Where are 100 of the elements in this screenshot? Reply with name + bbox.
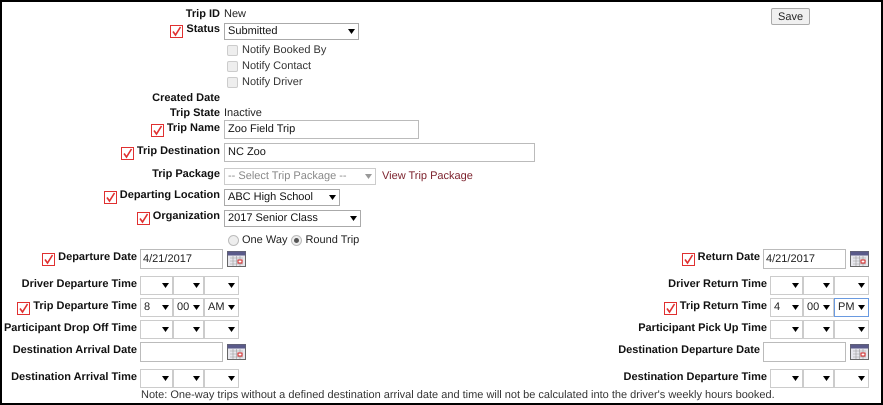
field-label: Organization [152,209,220,224]
time-select[interactable] [803,320,834,339]
time-select[interactable]: AM [204,298,239,317]
field-label: Trip Name [166,121,220,136]
note-text: Note: One-way trips without a defined destination arrival date and time will not be calculated into the driver's weekly hours booked. [141,389,775,401]
caret-icon [228,283,235,288]
time-select[interactable]: 4 [770,298,803,317]
time-select[interactable]: 00 [803,298,834,317]
time-select[interactable] [173,369,204,388]
required-check-icon [664,302,677,315]
field-label: Destination Departure Date [618,343,760,358]
date-field[interactable]: 4/21/2017 [763,249,846,269]
caret-icon [823,305,830,310]
radio-label: Round Trip [305,232,360,248]
calendar-icon[interactable] [850,344,869,360]
caret-icon [792,305,799,310]
radio-button[interactable] [228,234,239,246]
field-value: New [224,8,246,20]
time-select[interactable] [834,320,869,339]
caret-icon [858,376,865,381]
time-select[interactable] [204,369,239,388]
caret-icon [329,195,336,200]
caret-icon [350,216,357,221]
time-select[interactable] [173,276,204,295]
field-label: Created Date [152,91,220,106]
field-label: Status [186,22,220,37]
caret-icon [348,29,355,34]
field-label: Destination Arrival Time [11,370,137,385]
caret-icon [162,327,169,332]
time-select[interactable] [803,276,834,295]
dropdown[interactable]: Submitted [224,23,359,40]
checkbox-label: Notify Booked By [242,42,326,58]
required-check-icon [17,302,30,315]
field-label: Trip Package [152,167,220,182]
field-label: Destination Departure Time [624,370,767,385]
time-select[interactable] [770,276,803,295]
field-label: Departure Date [58,250,137,265]
caret-icon [858,283,865,288]
date-field[interactable] [140,342,223,362]
time-select[interactable] [140,276,173,295]
required-check-icon [104,191,117,204]
time-select[interactable]: 8 [140,298,173,317]
caret-icon [162,305,169,310]
date-field[interactable]: 4/21/2017 [140,249,223,269]
caret-icon [193,283,200,288]
field-value: Inactive [224,107,262,119]
caret-icon [193,327,200,332]
required-check-icon [150,124,164,137]
date-field[interactable] [763,342,846,362]
caret-icon [228,305,235,310]
dropdown[interactable]: 2017 Senior Class [224,210,361,227]
required-check-icon [682,253,695,266]
field-label: Destination Arrival Date [12,343,137,358]
caret-icon [792,283,799,288]
time-select[interactable] [803,369,834,388]
time-select[interactable] [834,276,869,295]
caret-icon [228,327,235,332]
calendar-icon[interactable] [227,251,246,267]
field-label: Return Date [698,250,760,265]
caret-icon [792,327,799,332]
dropdown[interactable]: ABC High School [224,189,340,206]
caret-icon [858,305,865,310]
time-select[interactable] [140,369,173,388]
required-check-icon [42,253,56,266]
caret-icon [823,283,830,288]
field-label: Driver Departure Time [22,277,137,292]
calendar-icon[interactable] [850,251,869,267]
field-label: Trip Departure Time [33,299,137,314]
field-label: Participant Pick Up Time [638,321,767,336]
caret-icon [228,376,235,381]
time-select[interactable] [204,320,239,339]
field-label: Participant Drop Off Time [4,321,137,336]
required-check-icon [136,212,150,225]
field-label: Departing Location [120,188,220,203]
calendar-icon[interactable] [227,344,246,360]
save-button[interactable]: Save [771,8,810,25]
caret-icon [193,376,200,381]
caret-icon [162,283,169,288]
time-select[interactable] [140,320,173,339]
caret-icon [792,376,799,381]
text-field[interactable]: Zoo Field Trip [224,120,419,139]
time-select[interactable]: PM [834,298,869,317]
field-label: Trip Return Time [680,299,767,314]
caret-icon [823,376,830,381]
time-select[interactable] [204,276,239,295]
time-select[interactable] [173,320,204,339]
time-select[interactable] [770,369,803,388]
field-label: Driver Return Time [668,277,767,292]
field-label: Trip State [170,106,220,121]
time-select[interactable] [834,369,869,388]
time-select[interactable]: 00 [173,298,204,317]
radio-button[interactable] [291,234,302,246]
caret-icon [365,174,372,179]
text-field[interactable]: NC Zoo [224,143,535,162]
caret-icon [823,327,830,332]
time-select[interactable] [770,320,803,339]
required-check-icon [120,147,134,160]
caret-icon [858,327,865,332]
caret-icon [162,376,169,381]
required-check-icon [170,25,184,38]
